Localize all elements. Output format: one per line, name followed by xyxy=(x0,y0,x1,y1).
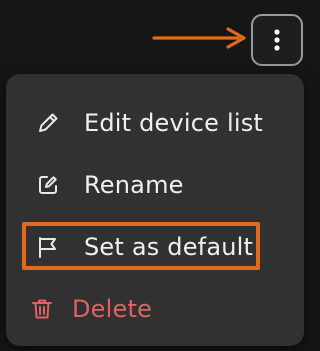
kebab-menu-icon xyxy=(274,29,280,51)
menu-item-label: Set as default xyxy=(84,233,254,261)
pencil-icon xyxy=(34,109,62,137)
annotation-arrow-icon xyxy=(152,27,246,49)
menu-item-rename[interactable]: Rename xyxy=(6,159,304,211)
menu-item-label: Edit device list xyxy=(84,109,264,137)
top-bar xyxy=(0,0,310,74)
menu-item-label: Delete xyxy=(72,295,153,323)
trash-icon xyxy=(28,295,56,323)
menu-item-delete[interactable]: Delete xyxy=(6,283,304,335)
more-options-button[interactable] xyxy=(251,14,303,66)
context-menu: Edit device list Rename Set as default D… xyxy=(6,74,304,346)
menu-item-set-as-default[interactable]: Set as default xyxy=(6,221,304,273)
flag-icon xyxy=(34,233,62,261)
menu-item-label: Rename xyxy=(84,171,184,199)
menu-item-edit-device-list[interactable]: Edit device list xyxy=(6,97,304,149)
edit-square-icon xyxy=(34,171,62,199)
